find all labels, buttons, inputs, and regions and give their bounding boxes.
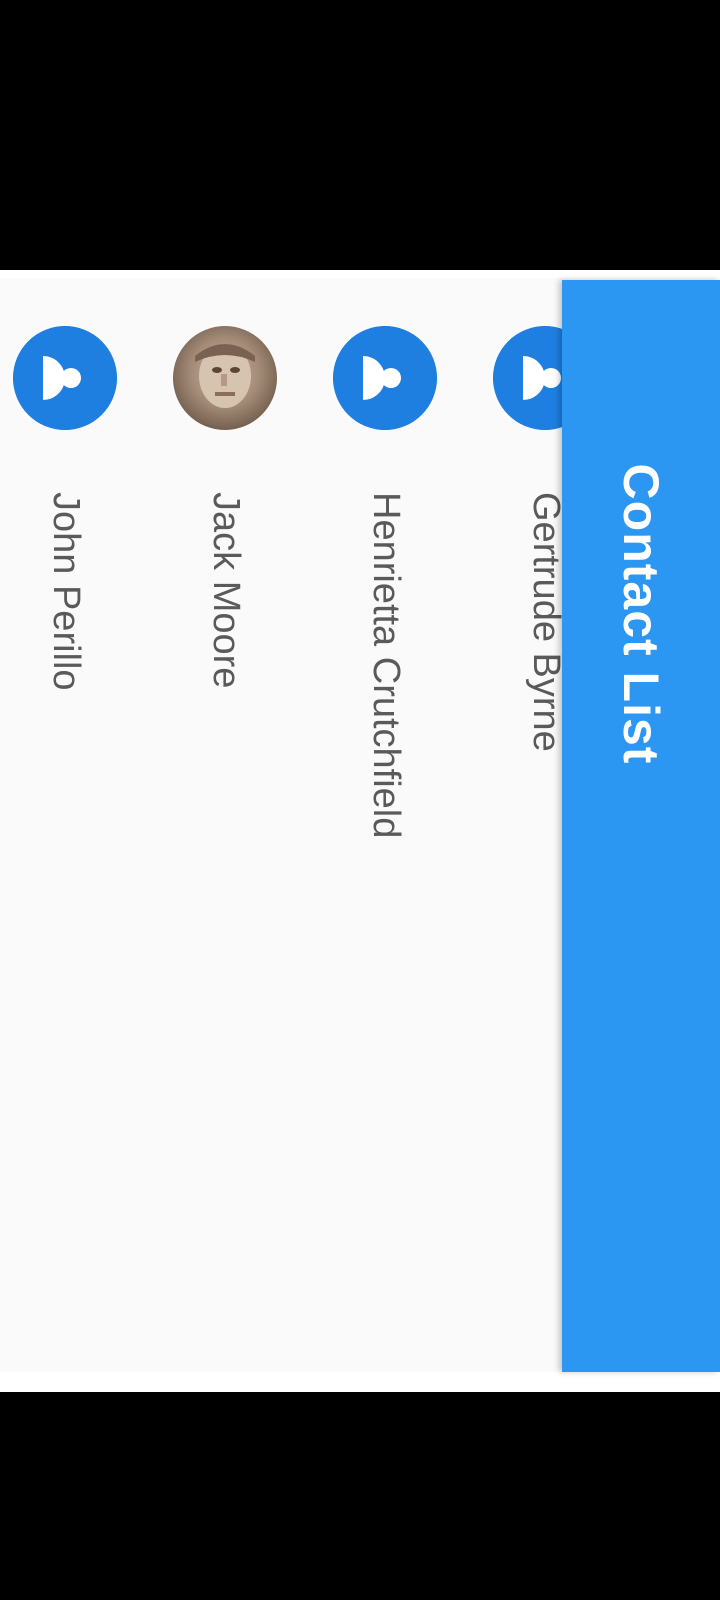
app-bar: Contact List <box>562 280 720 1372</box>
avatar <box>173 326 277 430</box>
person-icon <box>13 326 117 430</box>
list-item[interactable]: Jack Moore <box>170 326 280 1226</box>
screen-top-edge <box>0 270 720 278</box>
list-item[interactable]: John Perillo <box>10 326 120 1226</box>
list-item[interactable]: Henrietta Crutchfield <box>330 326 440 1226</box>
screen-bottom-edge <box>0 1372 720 1392</box>
person-icon <box>333 326 437 430</box>
page-title: Contact List <box>613 463 669 765</box>
